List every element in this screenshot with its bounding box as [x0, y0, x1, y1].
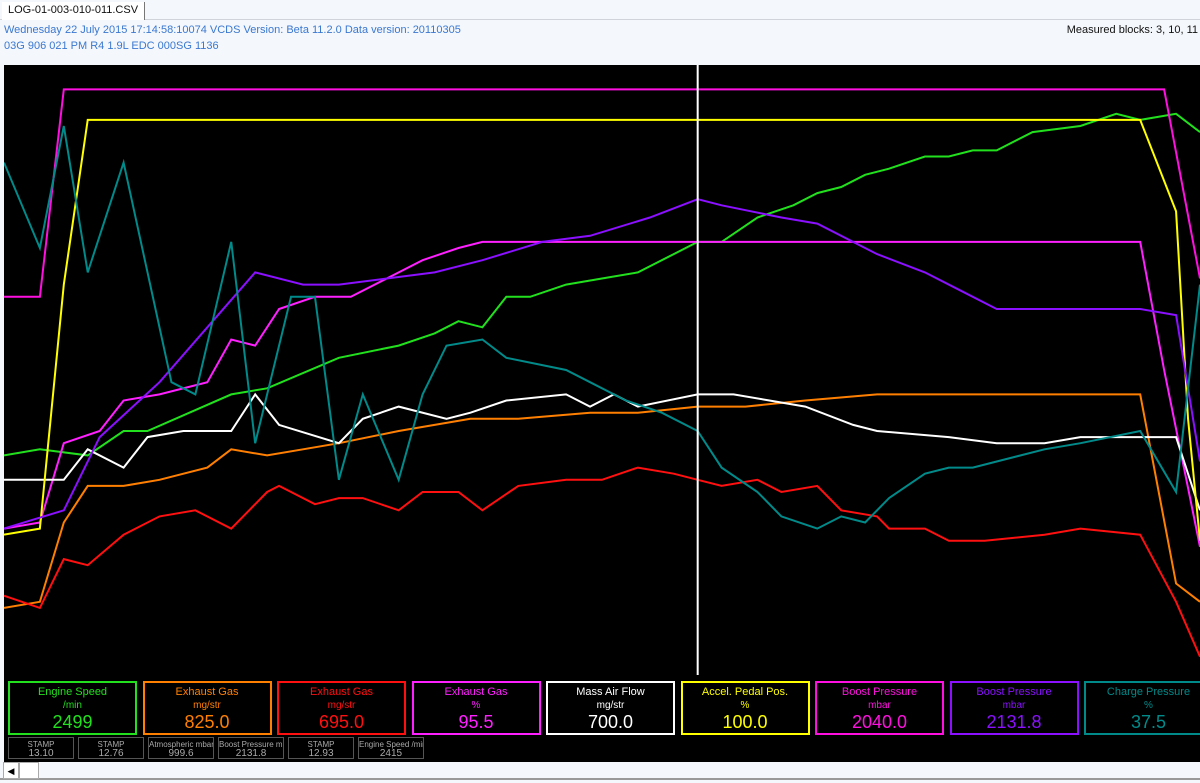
gauge-unit: mbar [868, 700, 891, 711]
gauge-5[interactable]: Accel. Pedal Pos.% 100.0 [680, 681, 810, 735]
mini-value: 12.93 [308, 748, 334, 759]
gauge-value: 2040.0 [851, 712, 908, 732]
gauge-value: 2499 [52, 712, 93, 732]
measured-blocks: Measured blocks: 3, 10, 11 [1066, 24, 1198, 36]
gauge-label: Mass Air Flow [576, 686, 645, 698]
gauge-label: Boost Pressure [976, 686, 1052, 698]
series-line-2 [4, 466, 1200, 658]
gauge-unit: % [471, 700, 481, 711]
mini-value: 13.10 [28, 748, 54, 759]
gauge-label: Exhaust Gas [175, 686, 239, 698]
gauge-unit: % [740, 700, 750, 711]
line-chart[interactable] [4, 65, 1200, 675]
mini-readout[interactable]: STAMP 13.10 [8, 737, 74, 759]
gauge-value: 700.0 [587, 712, 634, 732]
mini-readout[interactable]: Boost Pressure m... 2131.8 [218, 737, 284, 759]
tab-bar: LOG-01-003-010-011.CSV [0, 0, 1200, 20]
gauge-unit: /min [63, 700, 82, 711]
scroll-left-button[interactable]: ◀ [3, 762, 19, 779]
gauge-label: Exhaust Gas [310, 686, 373, 698]
log-info-line: Wednesday 22 July 2015 17:14:58:10074 VC… [4, 24, 461, 36]
mini-value: 2415 [379, 748, 403, 759]
mini-readout[interactable]: Atmospheric mbar 999.6 [148, 737, 214, 759]
mini-value: 2131.8 [235, 748, 267, 759]
gauge-value: 37.5 [1130, 712, 1167, 732]
mini-readout[interactable]: STAMP 12.76 [78, 737, 144, 759]
series-line-8 [4, 125, 1200, 530]
gauge-7[interactable]: Boost Pressure mbar 2131.8 [949, 681, 1079, 735]
mini-readout[interactable]: Engine Speed /min 2415 [358, 737, 424, 759]
horizontal-scrollbar[interactable]: ◀ [0, 762, 1200, 780]
gauge-label: Exhaust Gas [444, 686, 508, 698]
tab-log-file[interactable]: LOG-01-003-010-011.CSV [2, 2, 146, 20]
gauge-label: Engine Speed [37, 686, 108, 698]
gauge-value: 825.0 [184, 712, 230, 732]
gauge-value: 2131.8 [986, 712, 1042, 732]
series-line-1 [4, 393, 1200, 609]
gauge-unit: mg/str [193, 700, 221, 711]
gauge-unit: mg/str [596, 700, 625, 711]
gauge-4[interactable]: Mass Air Flow mg/str 700.0 [546, 681, 675, 735]
gauge-1[interactable]: Exhaust Gas mg/str 825.0 [142, 681, 272, 735]
mini-value: 999.6 [168, 748, 194, 759]
gauge-label: Accel. Pedal Pos. [701, 686, 789, 698]
gauge-row: Engine Speed/min 2499 Exhaust Gas mg/str 825… [4, 665, 1200, 740]
gauge-3[interactable]: Exhaust Gas% 95.5 [411, 681, 541, 735]
gauge-value: 95.5 [458, 712, 494, 732]
gauge-value: 100.0 [722, 712, 768, 732]
graph-panel: Engine Speed/min 2499 Exhaust Gas mg/str 825… [4, 65, 1200, 762]
series-line-0 [4, 112, 1200, 457]
gauge-0[interactable]: Engine Speed/min 2499 [8, 681, 137, 735]
gauge-8[interactable]: Charge Pressure% 37.5 [1084, 681, 1200, 735]
ecu-info-line: 03G 906 021 PM R4 1.9L EDC 000SG 1136 [4, 40, 219, 52]
scroll-thumb[interactable] [19, 762, 39, 779]
mini-readout[interactable]: STAMP 12.93 [288, 737, 354, 759]
mini-value: 12.76 [98, 748, 124, 759]
gauge-unit: mbar [1002, 700, 1026, 711]
gauge-value: 695.0 [318, 712, 365, 732]
gauge-2[interactable]: Exhaust Gas mg/str 695.0 [277, 681, 406, 735]
gauge-6[interactable]: Boost Pressure mbar 2040.0 [815, 681, 944, 735]
gauge-label: Boost Pressure [841, 686, 918, 698]
series-line-5 [4, 118, 1200, 541]
gauge-unit: mg/str [327, 700, 356, 711]
gauge-label: Charge Pressure [1106, 686, 1191, 698]
gauge-unit: % [1144, 700, 1153, 711]
